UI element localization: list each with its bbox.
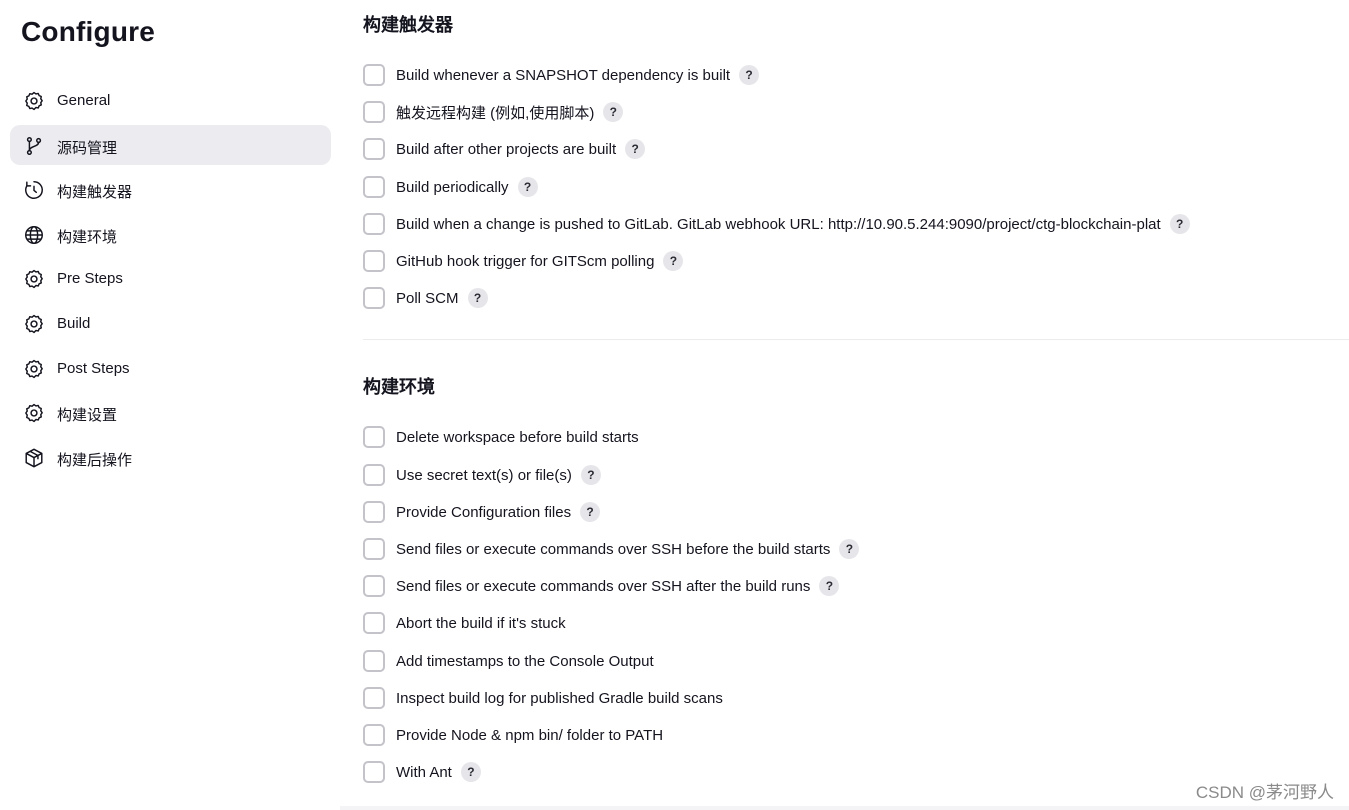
sidebar-item-label: Build	[57, 314, 91, 332]
checkbox[interactable]	[363, 575, 385, 597]
option-label[interactable]: Build after other projects are built	[396, 141, 616, 158]
option-label[interactable]: Add timestamps to the Console Output	[396, 653, 654, 670]
option-row: Poll SCM ?	[363, 286, 488, 310]
section-title-build-triggers: 构建触发器	[363, 15, 453, 35]
sidebar-item-label: Post Steps	[57, 359, 130, 377]
option-row: Abort the build if it's stuck	[363, 611, 566, 635]
sidebar-item-source-code[interactable]: 源码管理	[10, 124, 331, 165]
checkbox[interactable]	[363, 64, 385, 86]
option-row: Add timestamps to the Console Output	[363, 649, 654, 673]
checkbox[interactable]	[363, 464, 385, 486]
section-title-build-environment: 构建环境	[363, 377, 435, 397]
help-icon[interactable]: ?	[819, 576, 840, 596]
help-icon[interactable]: ?	[467, 288, 488, 308]
checkbox[interactable]	[363, 538, 385, 560]
sidebar-item-label: Pre Steps	[57, 270, 123, 288]
option-label[interactable]: Abort the build if it's stuck	[396, 615, 566, 632]
globe-icon	[25, 225, 43, 244]
option-label[interactable]: With Ant	[396, 764, 452, 781]
gear-icon	[25, 403, 43, 423]
help-icon[interactable]: ?	[517, 177, 538, 197]
checkbox[interactable]	[363, 213, 385, 235]
help-icon[interactable]: ?	[580, 502, 601, 522]
checkbox[interactable]	[363, 101, 385, 123]
sidebar-item-label: 源码管理	[57, 139, 118, 157]
checkbox[interactable]	[363, 138, 385, 160]
section-divider	[363, 339, 1349, 340]
sidebar-item-build-triggers[interactable]: 构建触发器	[10, 169, 331, 209]
option-label[interactable]: Build when a change is pushed to GitLab.…	[396, 216, 1161, 233]
option-row: Build when a change is pushed to GitLab.…	[363, 212, 1190, 236]
cube-icon	[25, 448, 43, 468]
sidebar-item-label: 构建触发器	[57, 184, 133, 202]
sidebar-item-label: General	[57, 92, 111, 109]
checkbox[interactable]	[363, 176, 385, 198]
bottom-edge	[340, 806, 1349, 810]
option-row: Build after other projects are built ?	[363, 137, 646, 161]
checkbox[interactable]	[363, 250, 385, 272]
gear-icon	[25, 270, 43, 289]
option-row: GitHub hook trigger for GITScm polling ?	[363, 249, 684, 273]
help-icon[interactable]: ?	[739, 65, 760, 85]
sidebar-item-label: 构建环境	[57, 228, 118, 246]
option-row: Inspect build log for published Gradle b…	[363, 686, 723, 710]
option-row: Send files or execute commands over SSH …	[363, 574, 840, 598]
sidebar-item-post-build-actions[interactable]: 构建后操作	[10, 437, 331, 477]
help-icon[interactable]: ?	[839, 539, 860, 559]
option-label[interactable]: 触发远程构建 (例如,使用脚本)	[396, 102, 594, 123]
option-label[interactable]: Send files or execute commands over SSH …	[396, 578, 810, 595]
option-label[interactable]: Inspect build log for published Gradle b…	[396, 690, 723, 707]
gear-icon	[25, 359, 43, 378]
option-label[interactable]: Delete workspace before build starts	[396, 429, 639, 446]
option-label[interactable]: Use secret text(s) or file(s)	[396, 467, 572, 484]
help-icon[interactable]: ?	[460, 762, 481, 782]
option-label[interactable]: Provide Configuration files	[396, 504, 571, 521]
sidebar: Configure General 源码管理 构建触发器 构建环境 Pre St…	[0, 0, 340, 810]
sidebar-item-build-environment[interactable]: 构建环境	[10, 214, 331, 254]
main-content: 构建触发器 Build whenever a SNAPSHOT dependen…	[363, 0, 1349, 810]
checkbox[interactable]	[363, 287, 385, 309]
option-label[interactable]: Send files or execute commands over SSH …	[396, 541, 830, 558]
option-label[interactable]: Poll SCM	[396, 290, 459, 307]
gear-icon	[25, 91, 43, 111]
watermark: CSDN @茅河野人	[1195, 783, 1334, 802]
option-row: Provide Configuration files ?	[363, 500, 601, 524]
checkbox[interactable]	[363, 761, 385, 783]
sidebar-item-label: 构建设置	[57, 407, 118, 425]
checkbox[interactable]	[363, 426, 385, 448]
checkbox[interactable]	[363, 612, 385, 634]
option-row: Provide Node & npm bin/ folder to PATH	[363, 723, 663, 747]
checkbox[interactable]	[363, 724, 385, 746]
help-icon[interactable]: ?	[1169, 214, 1190, 234]
option-label[interactable]: Provide Node & npm bin/ folder to PATH	[396, 727, 663, 744]
option-row: Build whenever a SNAPSHOT dependency is …	[363, 63, 760, 87]
sidebar-item-label: 构建后操作	[57, 451, 133, 469]
help-icon[interactable]: ?	[663, 251, 684, 271]
option-row: Send files or execute commands over SSH …	[363, 537, 860, 561]
option-label[interactable]: Build whenever a SNAPSHOT dependency is …	[396, 67, 730, 84]
option-row: Use secret text(s) or file(s) ?	[363, 463, 601, 487]
help-icon[interactable]: ?	[603, 102, 624, 122]
sidebar-item-general[interactable]: General	[10, 80, 331, 120]
help-icon[interactable]: ?	[625, 139, 646, 159]
git-branch-icon	[26, 136, 42, 155]
sidebar-item-build[interactable]: Build	[10, 303, 331, 343]
option-row: 触发远程构建 (例如,使用脚本) ?	[363, 100, 624, 124]
option-row: Build periodically ?	[363, 175, 538, 199]
checkbox[interactable]	[363, 687, 385, 709]
option-label[interactable]: Build periodically	[396, 179, 509, 196]
sidebar-nav: General 源码管理 构建触发器 构建环境 Pre Steps Build …	[10, 80, 331, 481]
option-label[interactable]: GitHub hook trigger for GITScm polling	[396, 253, 654, 270]
sidebar-item-build-settings[interactable]: 构建设置	[10, 392, 331, 432]
sidebar-item-post-steps[interactable]: Post Steps	[10, 348, 331, 388]
page-title: Configure	[21, 16, 156, 47]
option-row: Delete workspace before build starts	[363, 425, 639, 449]
gear-icon	[25, 314, 43, 334]
sidebar-item-pre-steps[interactable]: Pre Steps	[10, 258, 331, 298]
checkbox[interactable]	[363, 501, 385, 523]
option-row: With Ant ?	[363, 760, 481, 784]
help-icon[interactable]: ?	[580, 465, 601, 485]
checkbox[interactable]	[363, 650, 385, 672]
clock-icon	[25, 181, 43, 200]
